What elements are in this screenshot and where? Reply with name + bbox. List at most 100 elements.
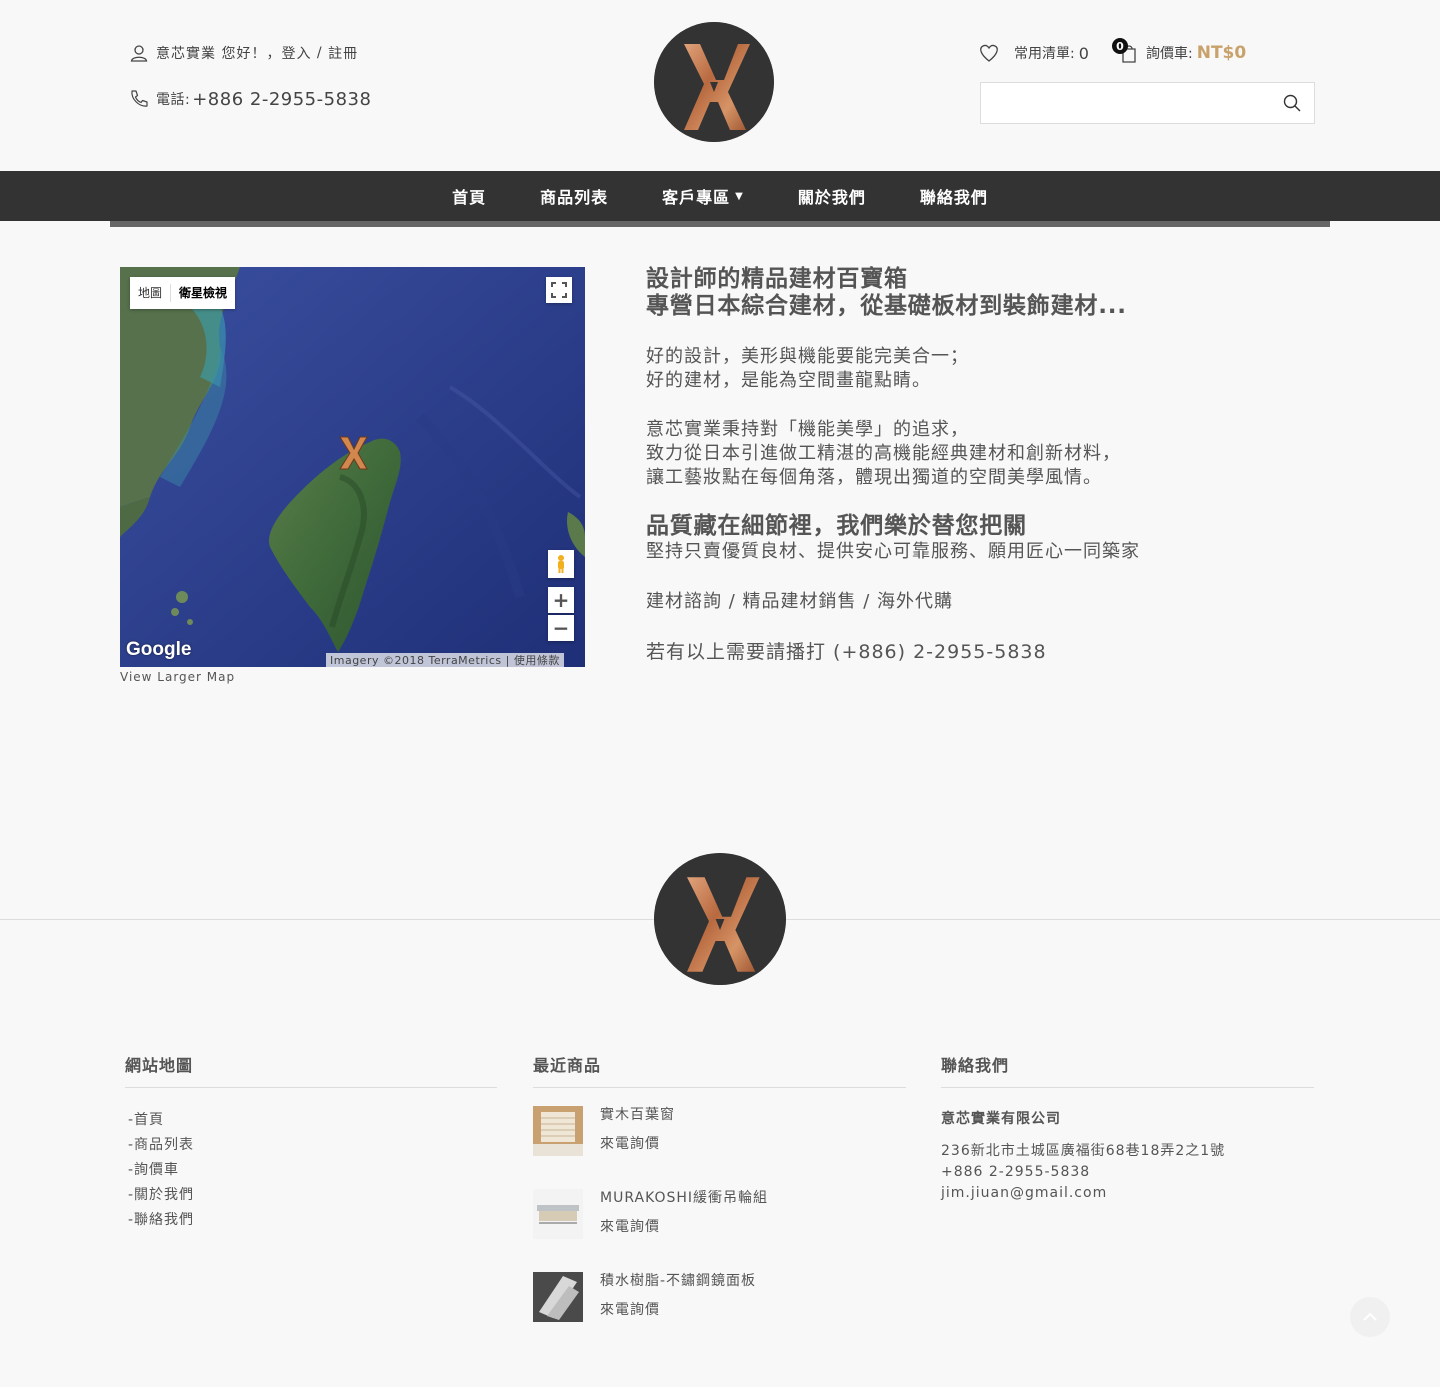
intro-heading-2: 專營日本綜合建材，從基礎板材到裝飾建材...: [646, 293, 1127, 319]
register-link[interactable]: 註冊: [328, 43, 358, 63]
intro-paragraph-line: 堅持只賣優質良材、提供安心可靠服務、願用匠心一同築家: [646, 541, 1140, 562]
terms-link[interactable]: 使用條款: [514, 652, 560, 667]
intro-call: 若有以上需要請播打 (+886) 2-2955-5838: [646, 641, 1047, 663]
sitemap-link-home[interactable]: -首頁: [128, 1108, 194, 1133]
nav-item-about[interactable]: 關於我們: [798, 184, 866, 208]
google-logo[interactable]: Google: [126, 639, 191, 661]
phone-label: 電話:: [156, 92, 191, 108]
sitemap-link-products[interactable]: -商品列表: [128, 1133, 194, 1158]
login-link[interactable]: 登入: [281, 43, 311, 63]
recent-product-item[interactable]: MURAKOSHI緩衝吊輪組 來電詢價: [533, 1189, 768, 1239]
recent-products-title-rule: [533, 1087, 906, 1088]
product-price: 來電詢價: [600, 1136, 660, 1152]
attribution-divider: |: [505, 653, 510, 667]
wishlist-count: 0: [1078, 43, 1089, 63]
cart-label: 詢價車:: [1146, 46, 1193, 62]
recent-products-title: 最近商品: [533, 1056, 602, 1075]
product-name[interactable]: MURAKOSHI緩衝吊輪組: [600, 1189, 768, 1207]
intro-heading-1: 設計師的精品建材百寶箱: [646, 266, 908, 292]
cart-total: NT$0: [1196, 43, 1247, 63]
phone-icon: [128, 88, 150, 110]
contact-title-rule: [941, 1087, 1314, 1088]
cart-link[interactable]: 0 詢價車: NT$0: [1112, 38, 1247, 64]
intro-paragraph-line: 意芯實業秉持對「機能美學」的追求，: [646, 419, 969, 440]
back-to-top-button[interactable]: [1350, 1297, 1390, 1337]
nav-item-label: 聯絡我們: [919, 188, 988, 207]
sitemap-title-rule: [125, 1087, 497, 1088]
product-price: 來電詢價: [600, 1219, 660, 1235]
nav-item-contact[interactable]: 聯絡我們: [920, 184, 988, 208]
nav-item-products[interactable]: 商品列表: [540, 184, 608, 208]
cart-count-badge: 0: [1112, 38, 1128, 54]
heart-icon: [978, 42, 1000, 64]
sitemap-link-contact[interactable]: -聯絡我們: [128, 1208, 194, 1233]
intro-paragraph-line: 讓工藝妝點在每個角落，體現出獨道的空間美學風情。: [646, 467, 1102, 488]
product-name[interactable]: 積水樹脂-不鏽鋼鏡面板: [600, 1272, 756, 1290]
map-attribution: Imagery ©2018 TerraMetrics | 使用條款: [326, 653, 564, 667]
wishlist-link[interactable]: 常用清單: 0: [978, 42, 1089, 64]
sitemap-list: -首頁 -商品列表 -詢價車 -關於我們 -聯絡我們: [128, 1108, 194, 1233]
logo-mark: [654, 853, 786, 985]
company-email[interactable]: jim.jiuan@gmail.com: [941, 1183, 1225, 1204]
intro-paragraph-line: 好的設計，美形與機能要能完美合一；: [646, 346, 969, 367]
footer-logo[interactable]: [654, 853, 786, 985]
intro-section: 設計師的精品建材百寶箱 專營日本綜合建材，從基礎板材到裝飾建材... 好的設計，…: [646, 266, 1296, 664]
imagery-credit: Imagery ©2018 TerraMetrics: [330, 653, 502, 667]
product-price: 來電詢價: [600, 1302, 660, 1318]
main-nav: 首頁 商品列表 客戶專區 ▼ 關於我們 聯絡我們: [0, 171, 1440, 221]
fullscreen-button[interactable]: [546, 277, 572, 303]
zoom-in-button[interactable]: +: [548, 587, 574, 613]
product-thumbnail[interactable]: [533, 1106, 583, 1156]
caret-down-icon: ▼: [735, 190, 744, 202]
contact-info: 意芯實業有限公司 236新北市土城區廣福街68巷18弄2之1號 +886 2-2…: [941, 1108, 1225, 1204]
nav-item-home[interactable]: 首頁: [452, 184, 486, 208]
chevron-up-icon: [1363, 1312, 1377, 1321]
logo-mark: [654, 22, 774, 142]
embedded-map[interactable]: 地圖 衛星檢視 + − Google Imagery ©2018 TerraMe…: [120, 267, 585, 667]
map-type-satellite-button[interactable]: 衛星檢視: [171, 277, 235, 309]
nav-item-label: 首頁: [452, 188, 487, 207]
greeting-bar: 意芯實業 您好！， 登入 / 註冊: [128, 42, 358, 64]
login-register-separator: /: [311, 45, 329, 61]
search-icon[interactable]: [1282, 93, 1304, 115]
product-thumbnail[interactable]: [533, 1272, 583, 1322]
search-input[interactable]: [981, 83, 1271, 123]
header-phone: 電話: +886 2-2955-5838: [128, 88, 371, 110]
company-address: 236新北市土城區廣福街68巷18弄2之1號: [941, 1143, 1226, 1159]
fullscreen-icon: [551, 282, 567, 298]
company-name: 意芯實業有限公司: [941, 1111, 1061, 1127]
wishlist-label: 常用清單:: [1014, 46, 1075, 62]
intro-services: 建材諮詢 / 精品建材銷售 / 海外代購: [646, 591, 954, 612]
sitemap-link-about[interactable]: -關於我們: [128, 1183, 194, 1208]
intro-paragraph-line: 好的建材，是能為空間畫龍點睛。: [646, 370, 931, 391]
sitemap-link-cart[interactable]: -詢價車: [128, 1158, 194, 1183]
zoom-out-button[interactable]: −: [548, 615, 574, 641]
greeting-text: 意芯實業 您好！，: [156, 46, 282, 62]
nav-item-label: 客戶專區: [662, 188, 731, 207]
map-type-map-button[interactable]: 地圖: [130, 277, 170, 309]
intro-heading-3: 品質藏在細節裡，我們樂於替您把關: [646, 513, 1027, 539]
pegman-icon: [558, 555, 564, 573]
view-larger-map-link[interactable]: View Larger Map: [120, 670, 235, 684]
user-icon: [128, 42, 150, 64]
product-name[interactable]: 實木百葉窗: [600, 1106, 675, 1124]
recent-product-item[interactable]: 實木百葉窗 來電詢價: [533, 1106, 675, 1156]
search-bar: [980, 82, 1315, 124]
recent-product-item[interactable]: 積水樹脂-不鏽鋼鏡面板 來電詢價: [533, 1272, 756, 1322]
nav-underbar: [110, 221, 1330, 227]
intro-paragraph-line: 致力從日本引進做工精湛的高機能經典建材和創新材料，: [646, 443, 1121, 464]
map-type-toggle: 地圖 衛星檢視: [130, 277, 236, 309]
phone-number: +886 2-2955-5838: [192, 88, 372, 110]
company-phone: +886 2-2955-5838: [941, 1164, 1091, 1180]
street-view-pegman[interactable]: [548, 550, 574, 578]
nav-item-customer-area[interactable]: 客戶專區 ▼: [662, 184, 744, 208]
site-logo[interactable]: [654, 22, 774, 142]
nav-item-label: 商品列表: [540, 188, 609, 207]
product-thumbnail[interactable]: [533, 1189, 583, 1239]
satellite-imagery: [120, 267, 585, 667]
